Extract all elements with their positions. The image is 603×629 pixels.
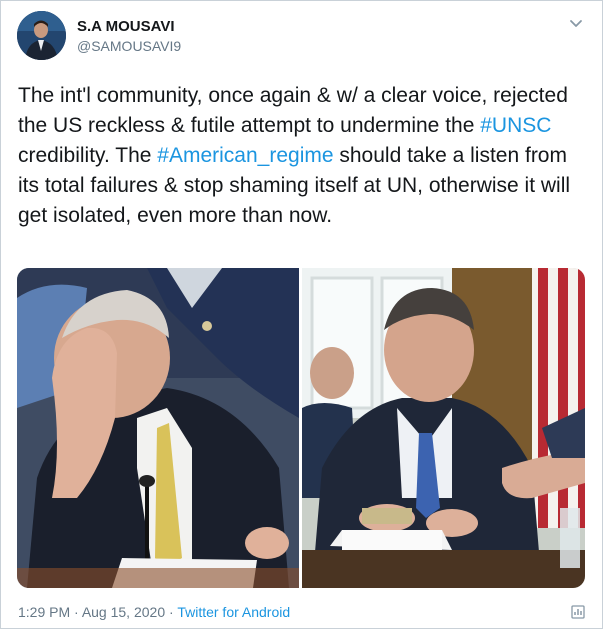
chevron-down-icon[interactable] <box>568 15 584 31</box>
media-photo[interactable] <box>302 268 585 588</box>
hashtag-american-regime[interactable]: #American_regime <box>157 144 333 167</box>
tweet-card: S.A MOUSAVI @SAMOUSAVI9 The int'l commun… <box>0 0 603 629</box>
author-handle[interactable]: @SAMOUSAVI9 <box>77 38 181 54</box>
author-name[interactable]: S.A MOUSAVI <box>77 18 175 35</box>
analytics-icon[interactable] <box>570 604 586 620</box>
meta-separator: · <box>165 604 178 620</box>
tweet-text: The int'l community, once again & w/ a c… <box>18 81 588 231</box>
hashtag-unsc[interactable]: #UNSC <box>480 114 551 137</box>
tweet-time[interactable]: 1:29 PM <box>18 604 70 620</box>
media-photo[interactable] <box>17 268 299 588</box>
tweet-source-link[interactable]: Twitter for Android <box>177 604 290 620</box>
avatar[interactable] <box>17 11 66 60</box>
tweet-date[interactable]: Aug 15, 2020 <box>82 604 165 620</box>
avatar-photo <box>17 11 66 60</box>
tweet-text-segment: credibility. The <box>18 144 158 167</box>
meta-separator: · <box>70 604 82 620</box>
media-grid <box>17 268 585 588</box>
tweet-meta: 1:29 PM · Aug 15, 2020 · Twitter for And… <box>18 604 290 620</box>
